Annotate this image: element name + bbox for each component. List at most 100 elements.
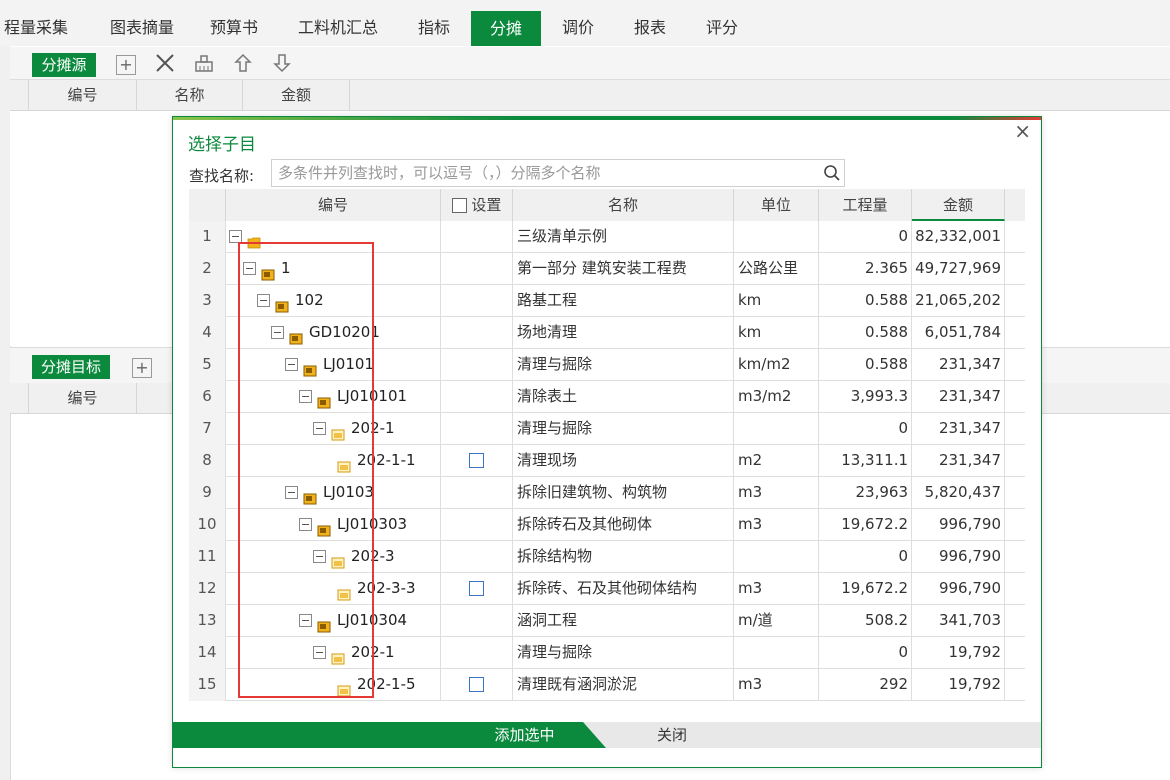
unit-cell[interactable]: m3 — [734, 669, 819, 701]
tab-allocation[interactable]: 分摊 — [471, 11, 541, 46]
set-cell[interactable] — [441, 573, 513, 605]
set-cell[interactable] — [441, 413, 513, 445]
quantity-cell[interactable]: 0.588 — [819, 285, 912, 317]
quantity-cell[interactable]: 23,963 — [819, 477, 912, 509]
set-cell[interactable] — [441, 605, 513, 637]
tab-indicators[interactable]: 指标 — [402, 9, 466, 46]
unit-cell[interactable] — [734, 413, 819, 445]
set-cell[interactable] — [441, 541, 513, 573]
col-unit[interactable]: 单位 — [734, 189, 819, 221]
quantity-cell[interactable]: 292 — [819, 669, 912, 701]
amount-cell[interactable]: 19,792 — [912, 637, 1005, 669]
amount-cell[interactable]: 231,347 — [912, 349, 1005, 381]
unit-cell[interactable]: m3 — [734, 477, 819, 509]
set-cell[interactable] — [441, 381, 513, 413]
set-cell[interactable] — [441, 285, 513, 317]
target-title-button[interactable]: 分摊目标 — [32, 355, 110, 379]
search-input[interactable] — [271, 159, 845, 187]
add-selected-button[interactable]: 添加选中 — [173, 722, 606, 748]
set-cell[interactable] — [441, 477, 513, 509]
set-checkbox[interactable] — [469, 677, 484, 692]
source-col-name[interactable]: 名称 — [137, 80, 243, 110]
tab-labor-material-summary[interactable]: 工料机汇总 — [286, 9, 390, 46]
col-name[interactable]: 名称 — [513, 189, 734, 221]
close-button[interactable]: 关闭 — [657, 722, 687, 748]
set-cell[interactable] — [441, 349, 513, 381]
name-cell[interactable]: 清理现场 — [513, 445, 734, 477]
col-set[interactable]: 设置 — [441, 189, 513, 221]
set-cell[interactable] — [441, 317, 513, 349]
unit-cell[interactable]: m3 — [734, 573, 819, 605]
amount-cell[interactable]: 21,065,202 — [912, 285, 1005, 317]
tab-reports[interactable]: 报表 — [618, 9, 682, 46]
unit-cell[interactable]: m/道 — [734, 605, 819, 637]
tab-quantity-collection[interactable]: 程量采集 — [0, 9, 72, 46]
amount-cell[interactable]: 19,792 — [912, 669, 1005, 701]
set-cell[interactable] — [441, 221, 513, 253]
source-title-button[interactable]: 分摊源 — [32, 53, 96, 77]
unit-cell[interactable]: km — [734, 285, 819, 317]
tab-scoring[interactable]: 评分 — [690, 9, 754, 46]
quantity-cell[interactable]: 2.365 — [819, 253, 912, 285]
amount-cell[interactable]: 341,703 — [912, 605, 1005, 637]
set-cell[interactable] — [441, 253, 513, 285]
search-icon[interactable] — [823, 164, 841, 182]
name-cell[interactable]: 清理与掘除 — [513, 349, 734, 381]
close-icon[interactable]: × — [1014, 119, 1031, 143]
tab-budget[interactable]: 预算书 — [196, 9, 272, 46]
name-cell[interactable]: 拆除结构物 — [513, 541, 734, 573]
quantity-cell[interactable]: 0.588 — [819, 317, 912, 349]
quantity-cell[interactable]: 0 — [819, 637, 912, 669]
quantity-cell[interactable]: 0 — [819, 221, 912, 253]
name-cell[interactable]: 清理既有涵洞淤泥 — [513, 669, 734, 701]
set-cell[interactable] — [441, 445, 513, 477]
amount-cell[interactable]: 82,332,001 — [912, 221, 1005, 253]
add-target-icon[interactable]: + — [132, 358, 152, 378]
name-cell[interactable]: 清除表土 — [513, 381, 734, 413]
amount-cell[interactable]: 996,790 — [912, 541, 1005, 573]
tab-chart-extract[interactable]: 图表摘量 — [96, 9, 188, 46]
name-cell[interactable]: 拆除砖、石及其他砌体结构 — [513, 573, 734, 605]
add-icon[interactable]: + — [116, 55, 136, 75]
source-col-amount[interactable]: 金额 — [243, 80, 350, 110]
quantity-cell[interactable]: 13,311.1 — [819, 445, 912, 477]
name-cell[interactable]: 场地清理 — [513, 317, 734, 349]
unit-cell[interactable]: 公路公里 — [734, 253, 819, 285]
move-up-icon[interactable] — [232, 52, 254, 74]
amount-cell[interactable]: 5,820,437 — [912, 477, 1005, 509]
name-cell[interactable]: 第一部分 建筑安装工程费 — [513, 253, 734, 285]
quantity-cell[interactable]: 0 — [819, 541, 912, 573]
tab-price-adjust[interactable]: 调价 — [546, 9, 610, 46]
quantity-cell[interactable]: 3,993.3 — [819, 381, 912, 413]
brush-icon[interactable] — [193, 52, 215, 74]
set-cell[interactable] — [441, 669, 513, 701]
name-cell[interactable]: 路基工程 — [513, 285, 734, 317]
target-col-code[interactable]: 编号 — [29, 383, 137, 413]
move-down-icon[interactable] — [271, 52, 293, 74]
col-amount[interactable]: 金额 — [912, 189, 1005, 221]
name-cell[interactable]: 拆除砖石及其他砌体 — [513, 509, 734, 541]
amount-cell[interactable]: 996,790 — [912, 509, 1005, 541]
unit-cell[interactable]: m3/m2 — [734, 381, 819, 413]
name-cell[interactable]: 涵洞工程 — [513, 605, 734, 637]
amount-cell[interactable]: 6,051,784 — [912, 317, 1005, 349]
set-cell[interactable] — [441, 637, 513, 669]
name-cell[interactable]: 清理与掘除 — [513, 637, 734, 669]
quantity-cell[interactable]: 508.2 — [819, 605, 912, 637]
unit-cell[interactable] — [734, 541, 819, 573]
set-all-checkbox[interactable] — [451, 198, 467, 213]
amount-cell[interactable]: 231,347 — [912, 413, 1005, 445]
unit-cell[interactable]: km/m2 — [734, 349, 819, 381]
name-cell[interactable]: 清理与掘除 — [513, 413, 734, 445]
delete-icon[interactable] — [154, 52, 176, 74]
unit-cell[interactable] — [734, 221, 819, 253]
set-checkbox[interactable] — [469, 453, 484, 468]
col-quantity[interactable]: 工程量 — [819, 189, 912, 221]
amount-cell[interactable]: 996,790 — [912, 573, 1005, 605]
unit-cell[interactable]: m3 — [734, 509, 819, 541]
unit-cell[interactable] — [734, 637, 819, 669]
name-cell[interactable]: 拆除旧建筑物、构筑物 — [513, 477, 734, 509]
amount-cell[interactable]: 231,347 — [912, 445, 1005, 477]
set-checkbox[interactable] — [469, 581, 484, 596]
quantity-cell[interactable]: 19,672.2 — [819, 509, 912, 541]
